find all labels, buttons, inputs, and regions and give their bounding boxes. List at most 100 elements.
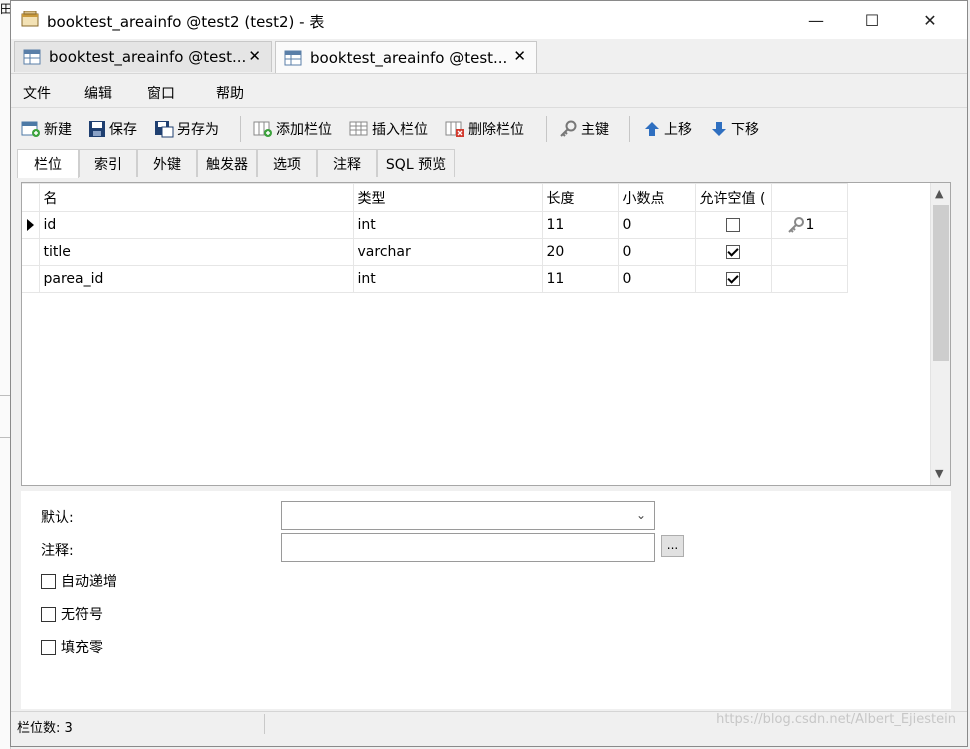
cell-type[interactable]: int [352, 211, 543, 239]
new-table-icon [21, 121, 40, 137]
unsigned-checkbox[interactable] [41, 606, 56, 622]
cell-name[interactable]: id [38, 211, 354, 239]
cell-type[interactable]: int [352, 265, 543, 293]
col-header-nullable[interactable]: 允许空值 ( [694, 183, 772, 212]
tab-indexes[interactable]: 索引 [79, 149, 137, 177]
move-down-label: 下移 [731, 122, 759, 138]
delete-column-icon [445, 121, 464, 137]
cell-nullable[interactable] [694, 238, 772, 266]
doc-tab-label: booktest_areainfo @test... [49, 48, 247, 66]
cell-length[interactable]: 20 [541, 238, 619, 266]
add-column-label: 添加栏位 [276, 122, 332, 138]
title-bar[interactable]: booktest_areainfo @test2 (test2) - 表 — ☐… [11, 1, 967, 39]
auto-increment-label: 自动递增 [61, 574, 117, 590]
comment-input[interactable] [281, 533, 655, 562]
add-column-button[interactable]: 添加栏位 [253, 118, 332, 140]
tab-foreign-keys[interactable]: 外键 [137, 149, 197, 177]
cell-decimals[interactable]: 0 [617, 211, 696, 239]
cell-length[interactable]: 11 [541, 211, 619, 239]
table-designer-window: booktest_areainfo @test2 (test2) - 表 — ☐… [10, 0, 968, 747]
toolbar-separator [240, 116, 241, 142]
unsigned-label: 无符号 [61, 607, 103, 623]
nullable-checkbox[interactable] [726, 245, 740, 259]
col-header-name[interactable]: 名 [38, 183, 354, 212]
tab-comment[interactable]: 注释 [317, 149, 377, 177]
col-header-length[interactable]: 长度 [541, 183, 619, 212]
doc-tab[interactable]: booktest_areainfo @test... ✕ [14, 41, 272, 72]
unsigned-option[interactable]: 无符号 [41, 604, 103, 624]
menu-file[interactable]: 文件 [23, 83, 51, 103]
default-select[interactable]: ⌄ [281, 501, 655, 530]
zerofill-option[interactable]: 填充零 [41, 637, 103, 657]
save-button[interactable]: 保存 [88, 118, 137, 140]
scroll-down-icon[interactable]: ▼ [935, 467, 943, 480]
save-label: 保存 [109, 122, 137, 138]
maximize-button[interactable]: ☐ [843, 1, 901, 39]
nullable-checkbox[interactable] [726, 218, 740, 232]
comment-editor-button[interactable]: ... [661, 535, 684, 557]
menu-help[interactable]: 帮助 [216, 83, 244, 103]
cell-name[interactable]: parea_id [38, 265, 354, 293]
cell-key[interactable] [770, 238, 848, 266]
insert-column-icon [349, 121, 368, 136]
move-up-button[interactable]: 上移 [643, 118, 692, 140]
cell-decimals[interactable]: 0 [617, 265, 696, 293]
arrow-down-icon [712, 122, 726, 136]
toolbar-separator [546, 116, 547, 142]
tab-sql-preview[interactable]: SQL 预览 [377, 149, 455, 177]
nullable-checkbox[interactable] [726, 272, 740, 286]
cell-name[interactable]: title [38, 238, 354, 266]
minimize-button[interactable]: — [787, 1, 845, 39]
default-label: 默认: [41, 510, 74, 526]
move-up-label: 上移 [664, 122, 692, 138]
menu-window[interactable]: 窗口 [147, 83, 175, 103]
tab-options[interactable]: 选项 [257, 149, 317, 177]
new-label: 新建 [44, 122, 72, 138]
document-tabs: booktest_areainfo @test... ✕ booktest_ar… [11, 39, 967, 73]
tab-columns[interactable]: 栏位 [17, 149, 79, 178]
cell-key[interactable] [770, 265, 848, 293]
doc-tab-active[interactable]: booktest_areainfo @test... ✕ [275, 41, 537, 73]
auto-increment-checkbox[interactable] [41, 573, 56, 589]
table-grid-icon [23, 49, 41, 65]
tab-triggers[interactable]: 触发器 [197, 149, 257, 177]
new-button[interactable]: 新建 [21, 118, 72, 140]
col-header-key[interactable] [770, 183, 848, 212]
current-row-indicator [22, 211, 40, 239]
close-tab-icon[interactable]: ✕ [513, 47, 526, 65]
vertical-scrollbar[interactable]: ▲ ▼ [930, 183, 950, 485]
zerofill-checkbox[interactable] [41, 639, 56, 655]
cell-length[interactable]: 11 [541, 265, 619, 293]
chevron-down-icon: ⌄ [635, 508, 646, 522]
key-icon [560, 120, 577, 137]
delete-column-button[interactable]: 删除栏位 [445, 118, 524, 140]
cell-nullable[interactable] [694, 265, 772, 293]
scrollbar-thumb[interactable] [933, 205, 949, 361]
cell-key[interactable]: 1 [770, 211, 848, 239]
close-window-button[interactable]: ✕ [901, 1, 959, 39]
save-icon [89, 121, 105, 137]
save-as-button[interactable]: 另存为 [154, 118, 219, 140]
menu-edit[interactable]: 编辑 [84, 83, 112, 103]
table-grid-icon [284, 50, 302, 65]
move-down-button[interactable]: 下移 [710, 118, 759, 140]
add-column-icon [253, 121, 272, 137]
key-icon [787, 217, 804, 233]
background-divider [0, 395, 10, 396]
cell-nullable[interactable] [694, 211, 772, 239]
row-header-corner [22, 183, 40, 212]
scroll-up-icon[interactable]: ▲ [935, 187, 943, 200]
cell-type[interactable]: varchar [352, 238, 543, 266]
insert-column-button[interactable]: 插入栏位 [349, 118, 428, 140]
cell-decimals[interactable]: 0 [617, 238, 696, 266]
table-row[interactable]: title varchar 20 0 [22, 238, 848, 266]
col-header-decimals[interactable]: 小数点 [617, 183, 696, 212]
primary-key-button[interactable]: 主键 [558, 118, 609, 140]
auto-increment-option[interactable]: 自动递增 [41, 571, 117, 591]
col-header-type[interactable]: 类型 [352, 183, 543, 212]
table-row[interactable]: parea_id int 11 0 [22, 265, 848, 293]
window-title: booktest_areainfo @test2 (test2) - 表 [47, 13, 325, 31]
doc-tab-label: booktest_areainfo @test... [310, 48, 508, 67]
close-tab-icon[interactable]: ✕ [248, 47, 261, 65]
table-row[interactable]: id int 11 0 1 [22, 211, 848, 239]
